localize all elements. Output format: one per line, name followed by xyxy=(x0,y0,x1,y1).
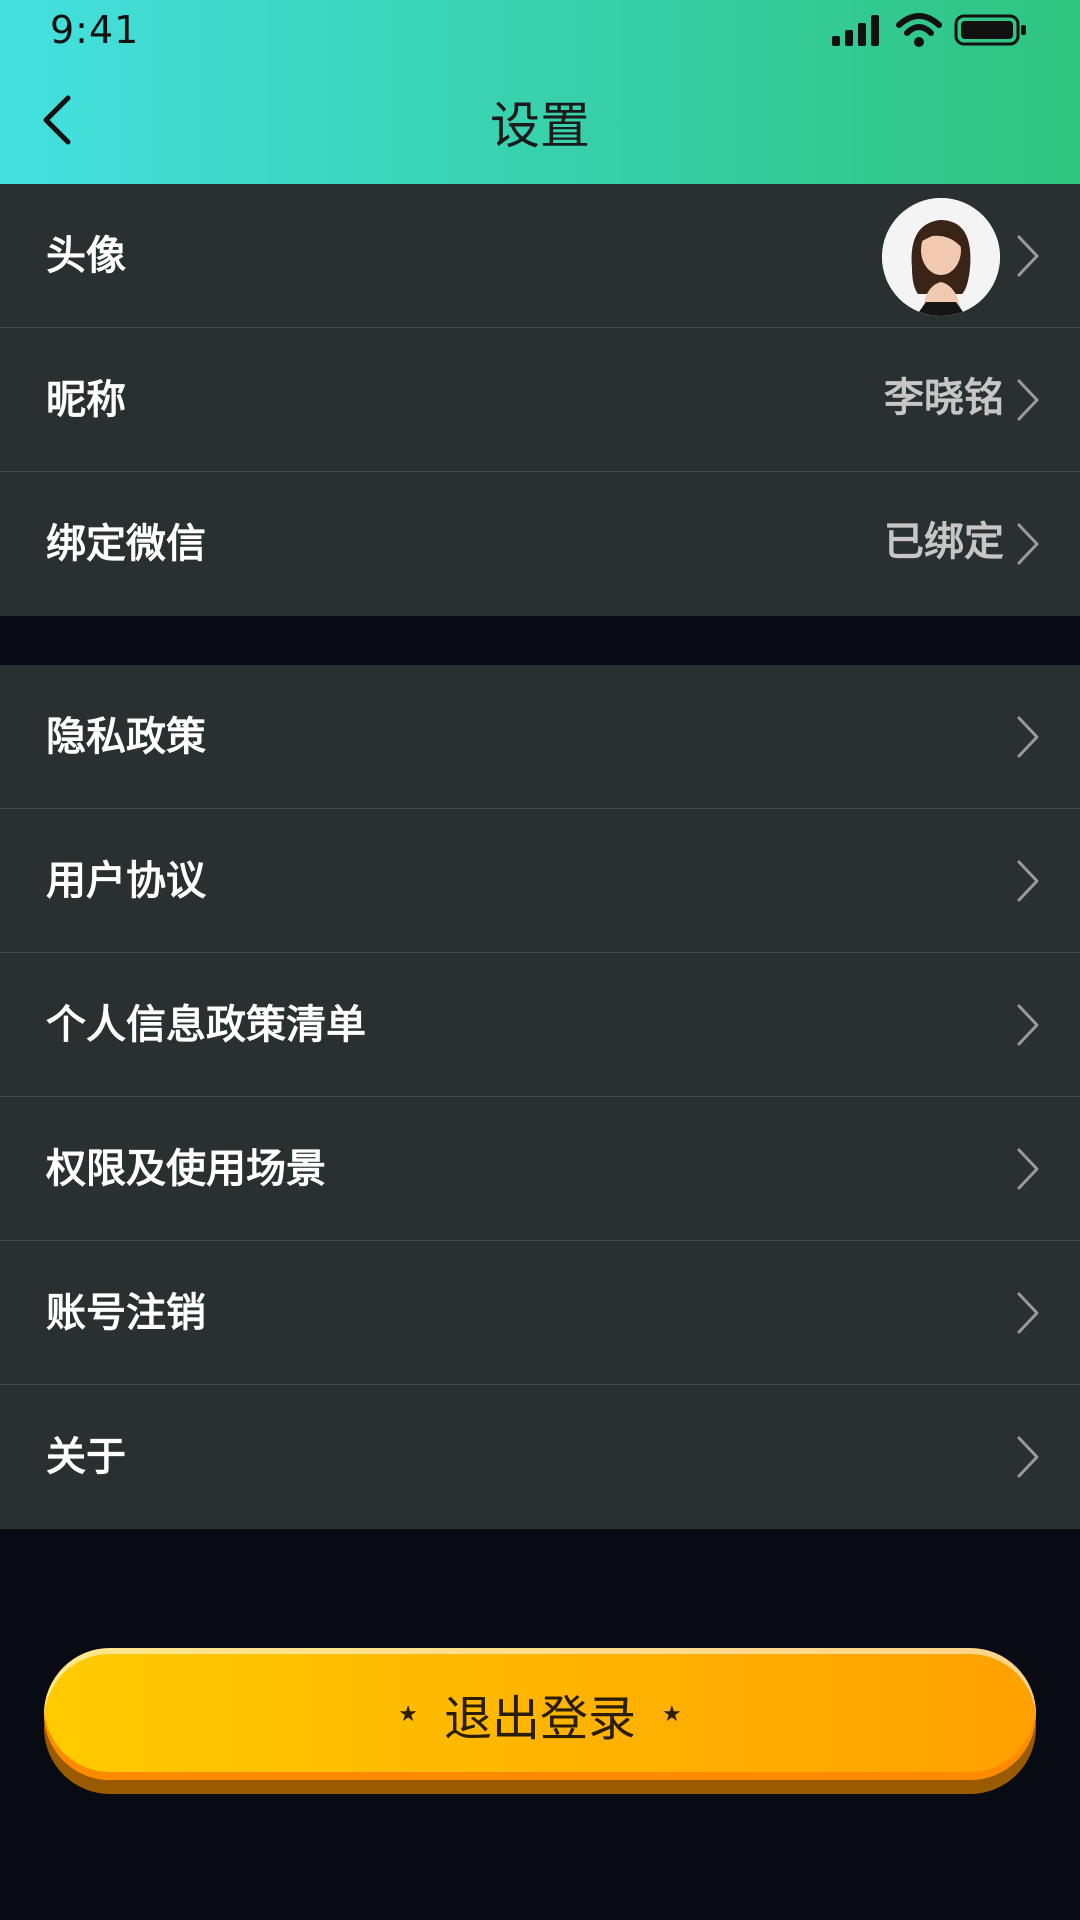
nickname-row[interactable]: 昵称 李晓铭 xyxy=(0,328,1080,472)
star-icon: ★ xyxy=(398,1701,418,1727)
chevron-right-icon xyxy=(1017,523,1039,565)
status-time: 9:41 xyxy=(50,8,140,52)
row-label: 关于 xyxy=(46,1434,126,1480)
logout-button-wrapper: ★ 退出登录 ★ xyxy=(44,1648,1036,1794)
star-icon: ★ xyxy=(662,1701,682,1727)
row-label: 隐私政策 xyxy=(46,714,206,760)
privacy-policy-row[interactable]: 隐私政策 xyxy=(0,665,1080,809)
avatar-row[interactable]: 头像 xyxy=(0,184,1080,328)
header-bar: 9:41 设置 xyxy=(0,0,1080,184)
wifi-icon xyxy=(896,13,942,47)
personal-info-list-row[interactable]: 个人信息政策清单 xyxy=(0,953,1080,1097)
status-icons xyxy=(832,12,1028,48)
row-label: 权限及使用场景 xyxy=(46,1146,326,1192)
row-label: 个人信息政策清单 xyxy=(46,1002,366,1048)
chevron-right-icon xyxy=(1017,235,1039,277)
avatar xyxy=(882,198,1000,316)
signal-icon xyxy=(832,15,879,46)
policy-settings-group: 隐私政策 用户协议 个人信息政策清单 权限及使用场景 账号注销 关于 xyxy=(0,665,1080,1529)
chevron-right-icon xyxy=(1017,716,1039,758)
row-label: 头像 xyxy=(46,233,126,279)
bind-wechat-row[interactable]: 绑定微信 已绑定 xyxy=(0,472,1080,616)
nickname-value: 李晓铭 xyxy=(884,375,1004,421)
logout-button[interactable]: ★ 退出登录 ★ xyxy=(44,1648,1036,1780)
chevron-right-icon xyxy=(1017,1292,1039,1334)
row-label: 用户协议 xyxy=(46,858,206,904)
logout-label: 退出登录 xyxy=(443,1691,636,1747)
row-label: 账号注销 xyxy=(46,1290,206,1336)
chevron-right-icon xyxy=(1017,1148,1039,1190)
wechat-status-value: 已绑定 xyxy=(884,519,1004,565)
permissions-row[interactable]: 权限及使用场景 xyxy=(0,1097,1080,1241)
chevron-right-icon xyxy=(1017,1436,1039,1478)
page-title: 设置 xyxy=(490,97,590,155)
about-row[interactable]: 关于 xyxy=(0,1385,1080,1529)
profile-settings-group: 头像 昵称 李晓铭 绑定微信 已绑定 xyxy=(0,184,1080,616)
chevron-right-icon xyxy=(1017,1004,1039,1046)
chevron-right-icon xyxy=(1017,379,1039,421)
battery-icon xyxy=(954,14,1026,46)
account-deletion-row[interactable]: 账号注销 xyxy=(0,1241,1080,1385)
row-label: 绑定微信 xyxy=(46,521,206,567)
chevron-right-icon xyxy=(1017,860,1039,902)
row-label: 昵称 xyxy=(46,377,126,423)
user-agreement-row[interactable]: 用户协议 xyxy=(0,809,1080,953)
